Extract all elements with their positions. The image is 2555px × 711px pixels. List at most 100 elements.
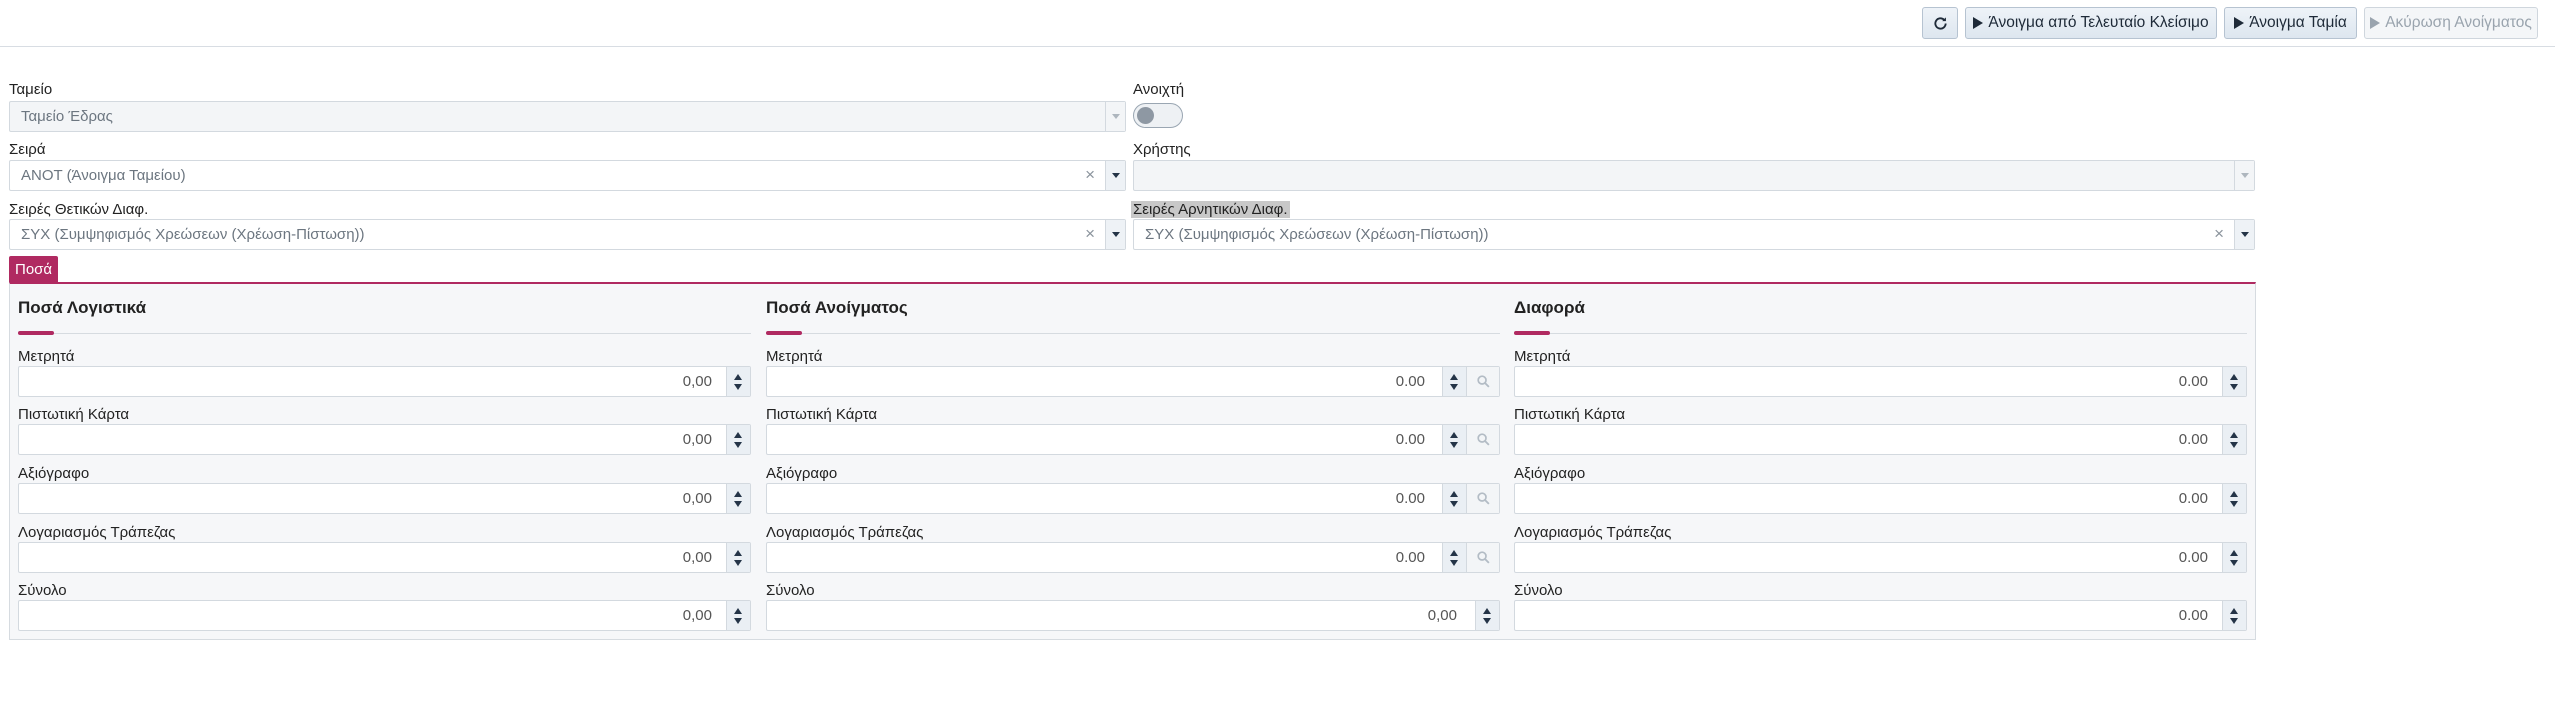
user-select[interactable]	[1133, 160, 2255, 191]
credit-card-difference-input[interactable]: 0.00	[1514, 424, 2247, 455]
field-label: Μετρητά	[766, 348, 823, 365]
field-value: 0.00	[2178, 373, 2208, 390]
field-label: Πιστωτική Κάρτα	[766, 406, 878, 423]
field-label: Μετρητά	[1514, 348, 1571, 365]
stepper-icon[interactable]	[1475, 601, 1499, 630]
field-value: 0.00	[2178, 549, 2208, 566]
field-value: 0,00	[682, 607, 712, 624]
cash-register-select[interactable]: Ταμείο Έδρας	[9, 101, 1126, 132]
stepper-icon[interactable]	[1442, 543, 1466, 572]
bank-account-accounting-input[interactable]: 0,00	[18, 542, 751, 573]
cheque-accounting-input[interactable]: 0,00	[18, 483, 751, 514]
search-icon[interactable]	[1466, 425, 1499, 454]
negative-diff-series-value: ΣΥΧ (Συμψηφισμός Χρεώσεων (Χρέωση-Πίστωσ…	[1145, 226, 1489, 243]
negative-diff-series-label: Σειρές Αρνητικών Διαφ.	[1131, 201, 1290, 218]
bank-account-opening-input[interactable]: 0.00	[766, 542, 1500, 573]
field-value: 0.00	[2178, 490, 2208, 507]
credit-card-opening-input[interactable]: 0.00	[766, 424, 1500, 455]
negative-diff-series-select[interactable]: ΣΥΧ (Συμψηφισμός Χρεώσεων (Χρέωση-Πίστωσ…	[1133, 219, 2255, 250]
stepper-icon[interactable]	[726, 484, 750, 513]
field-value: 0,00	[682, 549, 712, 566]
stepper-icon[interactable]	[726, 425, 750, 454]
open-from-last-close-label: Άνοιγμα από Τελευταίο Κλείσιμο	[1988, 14, 2209, 31]
stepper-icon[interactable]	[2222, 543, 2246, 572]
field-value: 0,00	[682, 490, 712, 507]
cancel-openings-button[interactable]: Ακύρωση Ανοίγματος	[2364, 7, 2538, 39]
user-label: Χρήστης	[1133, 141, 1191, 158]
open-label: Ανοιχτή	[1133, 81, 1185, 98]
bank-account-difference-input[interactable]: 0.00	[1514, 542, 2247, 573]
field-label: Σύνολο	[18, 582, 67, 599]
field-label: Λογαριασμός Τράπεζας	[1514, 524, 1672, 541]
tab-amounts[interactable]: Ποσά	[9, 256, 59, 283]
stepper-icon[interactable]	[2222, 425, 2246, 454]
field-label: Λογαριασμός Τράπεζας	[766, 524, 924, 541]
field-label: Λογαριασμός Τράπεζας	[18, 524, 176, 541]
play-icon	[2234, 17, 2245, 29]
search-icon[interactable]	[1466, 484, 1499, 513]
field-label: Πιστωτική Κάρτα	[1514, 406, 1626, 423]
stepper-icon[interactable]	[726, 543, 750, 572]
open-cash-button[interactable]: Άνοιγμα Ταμία	[2224, 7, 2357, 39]
series-label: Σειρά	[9, 141, 46, 158]
toolbar: Άνοιγμα από Τελευταίο Κλείσιμο Άνοιγμα Τ…	[0, 0, 2555, 47]
series-value: ΑΝΟΤ (Άνοιγμα Ταμείου)	[21, 167, 186, 184]
field-value: 0.00	[1395, 490, 1425, 507]
play-icon	[2370, 17, 2381, 29]
search-icon[interactable]	[1466, 367, 1499, 396]
field-label: Σύνολο	[1514, 582, 1563, 599]
cash-accounting-input[interactable]: 0,00	[18, 366, 751, 397]
open-toggle[interactable]	[1133, 103, 1183, 128]
chevron-down-icon[interactable]	[1105, 161, 1125, 190]
field-label: Αξιόγραφο	[766, 465, 838, 482]
section-title-opening: Ποσά Ανοίγματος	[766, 298, 908, 317]
field-value: 0,00	[1427, 607, 1457, 624]
chevron-down-icon[interactable]	[2234, 220, 2254, 249]
field-value: 0,00	[682, 431, 712, 448]
open-cash-label: Άνοιγμα Ταμία	[2249, 14, 2347, 31]
cheque-difference-input[interactable]: 0.00	[1514, 483, 2247, 514]
total-difference-input[interactable]: 0.00	[1514, 600, 2247, 631]
amounts-panel: Ποσά Λογιστικά Μετρητά 0,00 Πιστωτική Κά…	[9, 282, 2256, 640]
field-label: Μετρητά	[18, 348, 75, 365]
chevron-down-icon[interactable]	[2234, 161, 2254, 190]
field-value: 0.00	[2178, 431, 2208, 448]
stepper-icon[interactable]	[2222, 484, 2246, 513]
stepper-icon[interactable]	[726, 367, 750, 396]
stepper-icon[interactable]	[1442, 425, 1466, 454]
positive-diff-series-select[interactable]: ΣΥΧ (Συμψηφισμός Χρεώσεων (Χρέωση-Πίστωσ…	[9, 219, 1126, 250]
cash-register-label: Ταμείο	[9, 81, 53, 98]
section-divider	[1514, 333, 2247, 334]
refresh-button[interactable]	[1922, 7, 1958, 39]
field-label: Πιστωτική Κάρτα	[18, 406, 130, 423]
clear-icon[interactable]: ×	[1085, 166, 1095, 184]
stepper-icon[interactable]	[2222, 601, 2246, 630]
section-accent	[18, 331, 54, 335]
search-icon[interactable]	[1466, 543, 1499, 572]
cash-register-value: Ταμείο Έδρας	[21, 108, 113, 125]
section-accent	[1514, 331, 1550, 335]
section-title-accounting: Ποσά Λογιστικά	[18, 298, 147, 317]
total-accounting-input[interactable]: 0,00	[18, 600, 751, 631]
section-accent	[766, 331, 802, 335]
chevron-down-icon[interactable]	[1105, 220, 1125, 249]
stepper-icon[interactable]	[1442, 484, 1466, 513]
cash-opening-input[interactable]: 0.00	[766, 366, 1500, 397]
clear-icon[interactable]: ×	[2214, 225, 2224, 243]
chevron-down-icon[interactable]	[1105, 102, 1125, 131]
total-opening-input[interactable]: 0,00	[766, 600, 1500, 631]
stepper-icon[interactable]	[1442, 367, 1466, 396]
stepper-icon[interactable]	[726, 601, 750, 630]
series-select[interactable]: ΑΝΟΤ (Άνοιγμα Ταμείου) ×	[9, 160, 1126, 191]
field-value: 0,00	[682, 373, 712, 390]
play-icon	[1973, 17, 1984, 29]
clear-icon[interactable]: ×	[1085, 225, 1095, 243]
field-label: Αξιόγραφο	[18, 465, 90, 482]
cash-difference-input[interactable]: 0.00	[1514, 366, 2247, 397]
open-from-last-close-button[interactable]: Άνοιγμα από Τελευταίο Κλείσιμο	[1965, 7, 2217, 39]
stepper-icon[interactable]	[2222, 367, 2246, 396]
cheque-opening-input[interactable]: 0.00	[766, 483, 1500, 514]
field-value: 0.00	[1395, 373, 1425, 390]
field-label: Σύνολο	[766, 582, 815, 599]
credit-card-accounting-input[interactable]: 0,00	[18, 424, 751, 455]
